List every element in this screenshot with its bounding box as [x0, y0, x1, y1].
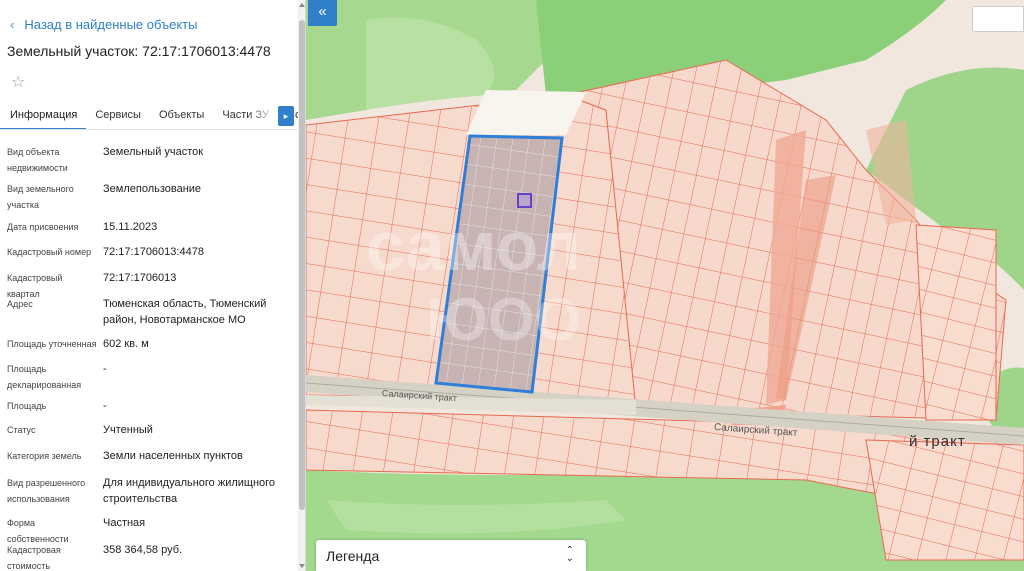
legend-label: Легенда: [326, 547, 380, 564]
scroll-up-arrow-icon[interactable]: [299, 3, 305, 7]
legend-dropdown[interactable]: Легенда ⌃ ⌄: [316, 540, 586, 571]
attr-label: Площадь уточненная: [7, 339, 97, 349]
attr-label: Вид разрешенного использования: [7, 478, 86, 504]
svg-text:ЮОО: ЮОО: [426, 286, 581, 353]
attr-label: Вид земельного участка: [7, 184, 74, 210]
tab-bar: Информация Сервисы Объекты Части ЗУ Сост…: [0, 100, 298, 130]
attr-label: Адрес: [7, 299, 33, 309]
back-to-results-link[interactable]: ‹ Назад в найденные объекты: [10, 17, 197, 32]
attr-value: Землепользование: [103, 183, 202, 195]
double-chevron-left-icon: «: [318, 3, 327, 20]
info-panel: ‹ Назад в найденные объекты Земельный уч…: [0, 0, 306, 571]
scroll-thumb[interactable]: [299, 20, 305, 510]
tab-info[interactable]: Информация: [0, 100, 87, 129]
attr-value: Земли населенных пунктов: [103, 450, 243, 462]
scroll-down-arrow-icon[interactable]: [299, 564, 305, 568]
road-label-large: й тракт: [909, 433, 966, 450]
attr-value: 602 кв. м: [103, 338, 149, 350]
collapse-panel-button[interactable]: «: [308, 0, 337, 26]
attr-label: Кадастровый номер: [7, 247, 92, 257]
attr-label: Статус: [7, 425, 36, 435]
map-canvas[interactable]: самол ЮОО: [306, 0, 1024, 571]
attr-value: Учтенный: [103, 424, 153, 436]
attr-value: Для индивидуального жилищного строительс…: [103, 477, 276, 505]
attr-value: 72:17:1706013:4478: [103, 246, 204, 258]
attr-label: Площадь декларированная: [7, 364, 82, 390]
attr-value: Земельный участок: [103, 146, 204, 158]
attr-label: Кадастровая стоимость: [7, 545, 61, 571]
attr-value: Тюменская область, Тюменский район, Ново…: [103, 298, 267, 326]
panel-scrollbar[interactable]: [298, 0, 305, 571]
tab-scroll-right-button[interactable]: ▸: [278, 106, 294, 126]
cadastral-map[interactable]: самол ЮОО Салаирский тракт Салаирский тр…: [306, 0, 1024, 571]
tab-objects[interactable]: Объекты: [150, 100, 213, 129]
expand-collapse-icon: ⌃ ⌄: [565, 545, 574, 564]
attr-value: 72:17:1706013: [103, 272, 177, 284]
attr-value: 358 364,58 руб.: [103, 544, 183, 556]
tab-fade: [248, 100, 278, 128]
svg-text:самол: самол: [366, 207, 581, 285]
attr-label: Категория земель: [7, 451, 82, 461]
back-link-label: Назад в найденные объекты: [24, 17, 198, 32]
attr-label: Дата присвоения: [7, 222, 79, 232]
map-control-box[interactable]: [972, 6, 1024, 32]
attr-value: -: [103, 400, 107, 412]
attr-label: Площадь: [7, 401, 47, 411]
attr-value: Частная: [103, 517, 146, 529]
tab-services[interactable]: Сервисы: [86, 100, 150, 129]
chevron-left-icon: ‹: [10, 17, 15, 32]
attr-label: Вид объекта недвижимости: [7, 147, 68, 173]
attr-value: 15.11.2023: [103, 221, 158, 233]
star-icon[interactable]: ☆: [11, 72, 25, 92]
attr-value: -: [103, 363, 107, 375]
page-title: Земельный участок: 72:17:1706013:4478: [7, 43, 271, 59]
